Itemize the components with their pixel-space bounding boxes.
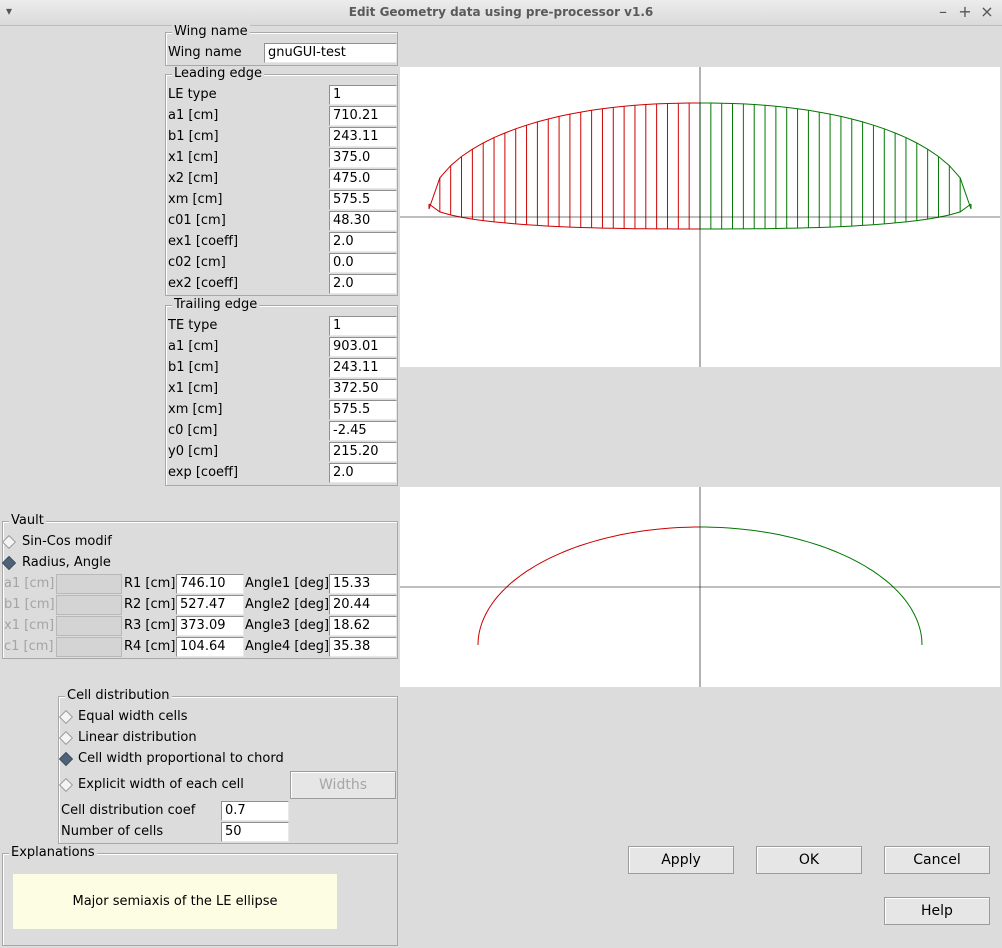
le-field-label: b1 [cm]	[168, 129, 219, 144]
vault-curve-left	[477, 526, 700, 646]
te-field-label: x1 [cm]	[168, 381, 219, 396]
cell-option-proportional-label: Cell width proportional to chord	[78, 751, 284, 766]
vault-ab-label: x1 [cm]	[4, 618, 55, 633]
vault-section-label: Vault	[9, 513, 46, 529]
window-title: Edit Geometry data using pre-processor v…	[348, 5, 654, 19]
vault-angle-label: Angle1 [deg]	[245, 576, 330, 591]
le-field-input[interactable]: 0.0	[329, 253, 397, 273]
te-field-input[interactable]: 1	[329, 316, 397, 336]
vault-plot	[400, 487, 1000, 687]
vault-canvas[interactable]	[400, 487, 1000, 687]
wing-name-input[interactable]: gnuGUI-test	[264, 43, 397, 63]
cell-coef-input[interactable]: 0.7	[221, 801, 289, 821]
le-field-input[interactable]: 1	[329, 85, 397, 105]
cell-option-explicit-label: Explicit width of each cell	[78, 777, 244, 792]
vault-radius-label: R4 [cm]	[124, 639, 176, 654]
te-field-label: b1 [cm]	[168, 360, 219, 375]
cell-option-linear-label: Linear distribution	[78, 730, 197, 745]
vault-ab-input[interactable]	[56, 637, 122, 657]
minimize-icon[interactable]: –	[934, 2, 952, 21]
vault-ab-input[interactable]	[56, 574, 122, 594]
le-field-input[interactable]: 48.30	[329, 211, 397, 231]
number-of-cells-input[interactable]: 50	[221, 822, 289, 842]
help-button[interactable]: Help	[884, 897, 990, 925]
te-field-input[interactable]: -2.45	[329, 421, 397, 441]
vault-angle-input[interactable]: 20.44	[329, 595, 397, 615]
cell-distribution-section-label: Cell distribution	[65, 688, 172, 704]
vault-ab-label: a1 [cm]	[4, 576, 55, 591]
le-field-label: c02 [cm]	[168, 255, 226, 270]
te-field-input[interactable]: 575.5	[329, 400, 397, 420]
le-field-label: ex2 [coeff]	[168, 276, 239, 291]
le-field-input[interactable]: 2.0	[329, 274, 397, 294]
vault-radius-label: R2 [cm]	[124, 597, 176, 612]
maximize-icon[interactable]: +	[956, 2, 974, 21]
vault-angle-label: Angle4 [deg]	[245, 639, 330, 654]
le-field-label: ex1 [coeff]	[168, 234, 239, 249]
vault-ab-label: c1 [cm]	[4, 639, 54, 654]
le-field-label: LE type	[168, 87, 217, 102]
te-field-label: xm [cm]	[168, 402, 223, 417]
le-field-input[interactable]: 710.21	[329, 106, 397, 126]
vault-radius-input[interactable]: 746.10	[176, 574, 244, 594]
vault-ab-label: b1 [cm]	[4, 597, 55, 612]
trailing-edge-curve-right	[700, 203, 972, 230]
te-field-label: TE type	[168, 318, 218, 333]
le-field-label: c01 [cm]	[168, 213, 226, 228]
te-field-label: y0 [cm]	[168, 444, 219, 459]
vault-option-sin-cos-label: Sin-Cos modif	[22, 534, 112, 549]
planform-plot	[400, 67, 1000, 367]
vault-angle-label: Angle3 [deg]	[245, 618, 330, 633]
number-of-cells-label: Number of cells	[61, 824, 164, 839]
vault-radius-input[interactable]: 373.09	[176, 616, 244, 636]
apply-button[interactable]: Apply	[628, 846, 734, 874]
wing-name-label: Wing name	[168, 45, 242, 60]
vault-radius-input[interactable]: 527.47	[176, 595, 244, 615]
te-field-input[interactable]: 2.0	[329, 463, 397, 483]
close-icon[interactable]: ×	[978, 2, 996, 21]
le-field-input[interactable]: 375.0	[329, 148, 397, 168]
leading-edge-curve-right	[700, 102, 972, 210]
le-field-label: xm [cm]	[168, 192, 223, 207]
te-field-label: a1 [cm]	[168, 339, 219, 354]
le-field-label: x2 [cm]	[168, 171, 219, 186]
te-field-label: c0 [cm]	[168, 423, 218, 438]
vault-ab-input[interactable]	[56, 595, 122, 615]
te-field-input[interactable]: 903.01	[329, 337, 397, 357]
te-field-label: exp [coeff]	[168, 465, 239, 480]
vault-angle-input[interactable]: 15.33	[329, 574, 397, 594]
planform-canvas[interactable]	[400, 67, 1000, 367]
explanations-section-label: Explanations	[9, 845, 97, 861]
vault-curve-right	[700, 526, 923, 646]
vault-angle-input[interactable]: 35.38	[329, 637, 397, 657]
cell-option-equal-label: Equal width cells	[78, 709, 188, 724]
wing-name-section-label: Wing name	[172, 24, 250, 40]
le-field-input[interactable]: 2.0	[329, 232, 397, 252]
vault-ab-input[interactable]	[56, 616, 122, 636]
le-field-input[interactable]: 243.11	[329, 127, 397, 147]
leading-edge-section-label: Leading edge	[172, 66, 264, 82]
te-field-input[interactable]: 372.50	[329, 379, 397, 399]
cell-coef-label: Cell distribution coef	[61, 803, 196, 818]
ok-button[interactable]: OK	[756, 846, 862, 874]
le-field-label: x1 [cm]	[168, 150, 219, 165]
vault-radius-label: R3 [cm]	[124, 618, 176, 633]
leading-edge-curve-left	[428, 102, 700, 210]
title-bar: ▾ Edit Geometry data using pre-processor…	[0, 0, 1002, 26]
vault-radius-input[interactable]: 104.64	[176, 637, 244, 657]
widths-button[interactable]: Widths	[290, 771, 396, 799]
le-field-input[interactable]: 475.0	[329, 169, 397, 189]
explanation-text: Major semiaxis of the LE ellipse	[13, 874, 337, 929]
trailing-edge-curve-left	[428, 203, 700, 230]
te-field-input[interactable]: 243.11	[329, 358, 397, 378]
vault-option-radius-angle-label: Radius, Angle	[22, 555, 111, 570]
cancel-button[interactable]: Cancel	[884, 846, 990, 874]
le-field-label: a1 [cm]	[168, 108, 219, 123]
te-field-input[interactable]: 215.20	[329, 442, 397, 462]
vault-angle-label: Angle2 [deg]	[245, 597, 330, 612]
vault-angle-input[interactable]: 18.62	[329, 616, 397, 636]
vault-radius-label: R1 [cm]	[124, 576, 176, 591]
le-field-input[interactable]: 575.5	[329, 190, 397, 210]
trailing-edge-section-label: Trailing edge	[172, 297, 260, 313]
